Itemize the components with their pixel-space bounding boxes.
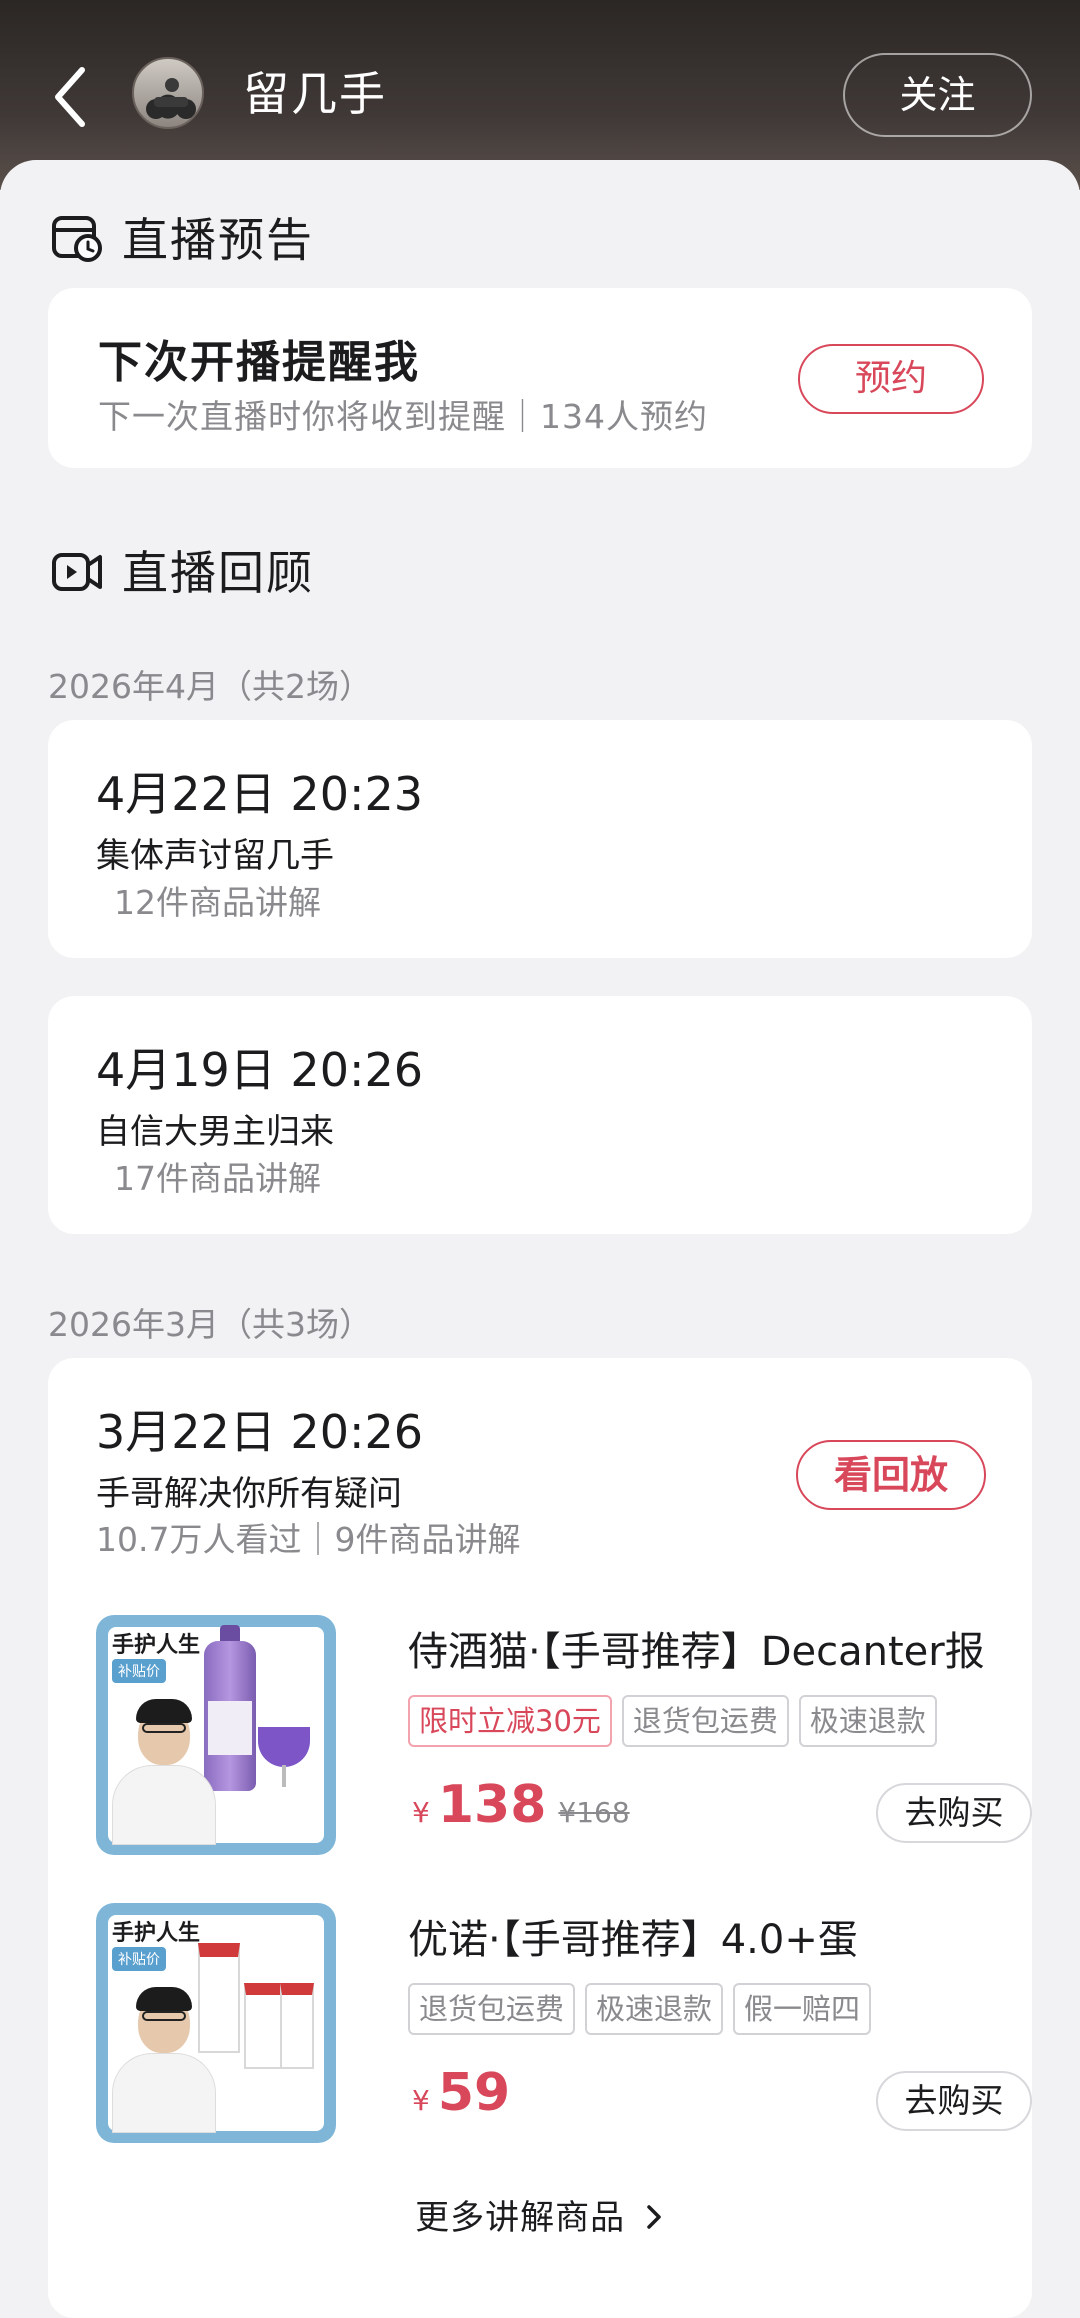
product-image[interactable]: 手护人生 补贴价 到手价 138 — [96, 1615, 336, 1855]
replay-card[interactable]: 4月19日 20:26 自信大男主归来 17件商品讲解 — [48, 996, 1032, 1234]
product-price: ¥ 59 — [412, 2063, 510, 2123]
promo-tag: 限时立减30元 — [408, 1695, 612, 1747]
content-sheet: 直播预告 下次开播提醒我 下一次直播时你将收到提醒｜134人预约 预约 直播回顾… — [0, 160, 1080, 2318]
reminder-subtitle: 下一次直播时你将收到提醒｜134人预约 — [98, 397, 708, 436]
image-tag-text: 补贴价 — [112, 1947, 166, 1971]
reserve-button[interactable]: 预约 — [798, 344, 984, 414]
more-products-link[interactable]: 更多讲解商品 — [48, 2190, 1032, 2239]
product-name[interactable]: 优诺·【手哥推荐】4.0+蛋 — [408, 1907, 858, 1965]
product-item[interactable]: 手护人生 补贴价 到手价 138 侍酒猫·【手哥推荐】Decanter报 限时立… — [96, 1615, 1032, 1855]
chevron-left-icon — [55, 67, 85, 127]
service-tag: 退货包运费 — [408, 1983, 576, 2035]
calendar-clock-icon — [52, 216, 102, 262]
video-play-icon — [52, 553, 102, 591]
product-item[interactable]: 手护人生 补贴价 到手价 59 优诺·【手哥推荐】4.0+蛋 退货包运费 极速退… — [96, 1903, 1032, 2143]
replay-meta: 17件商品讲解 — [114, 1159, 321, 1198]
follow-button[interactable]: 关注 — [843, 53, 1032, 137]
image-tag-text: 补贴价 — [112, 1659, 166, 1683]
price-value: 138 — [437, 1775, 547, 1835]
replay-title: 自信大男主归来 — [96, 1112, 334, 1152]
month-label: 2026年3月（共3场） — [48, 1305, 372, 1344]
image-price-tag: 59 — [280, 2102, 322, 2137]
price-value: 59 — [437, 2063, 511, 2123]
service-tag: 极速退款 — [798, 1695, 937, 1747]
replay-title: 集体声讨留几手 — [96, 836, 334, 876]
watch-replay-button[interactable]: 看回放 — [796, 1440, 986, 1510]
replay-card[interactable]: 4月22日 20:23 集体声讨留几手 12件商品讲解 — [48, 720, 1032, 958]
currency-symbol: ¥ — [412, 1796, 430, 1829]
image-brand-text: 手护人生 — [112, 1921, 201, 1946]
chevron-right-icon — [647, 2205, 661, 2229]
replay-card-with-products: 3月22日 20:26 手哥解决你所有疑问 10.7万人看过｜9件商品讲解 看回… — [48, 1358, 1032, 2318]
replay-datetime: 3月22日 20:26 — [96, 1405, 423, 1459]
replay-meta: 12件商品讲解 — [114, 883, 321, 922]
section-title: 直播回顾 — [122, 546, 314, 600]
back-button[interactable] — [50, 62, 90, 132]
service-tag: 假一赔四 — [733, 1983, 872, 2035]
currency-symbol: ¥ — [412, 2084, 430, 2117]
product-image[interactable]: 手护人生 补贴价 到手价 59 — [96, 1903, 336, 2143]
month-label: 2026年4月（共2场） — [48, 667, 372, 706]
buy-button[interactable]: 去购买 — [876, 1783, 1032, 1843]
product-tags: 限时立减30元 退货包运费 极速退款 — [408, 1695, 937, 1747]
page-title: 留几手 — [243, 67, 387, 121]
image-price-label: 到手价 — [225, 2118, 262, 2132]
section-title: 直播预告 — [122, 213, 314, 267]
buy-button[interactable]: 去购买 — [876, 2071, 1032, 2131]
reminder-card: 下次开播提醒我 下一次直播时你将收到提醒｜134人预约 预约 — [48, 288, 1032, 468]
image-brand-text: 手护人生 — [112, 1633, 201, 1658]
more-products-label: 更多讲解商品 — [415, 2198, 626, 2238]
image-price-tag: 138 — [259, 1814, 322, 1849]
replay-datetime: 4月22日 20:23 — [96, 767, 423, 821]
product-price: ¥ 138 ¥168 — [412, 1775, 630, 1835]
preview-section-header: 直播预告 — [50, 205, 314, 269]
service-tag: 极速退款 — [585, 1983, 724, 2035]
motorcycle-avatar-icon — [146, 78, 196, 119]
replay-title: 手哥解决你所有疑问 — [96, 1474, 402, 1514]
review-section-header: 直播回顾 — [50, 538, 314, 602]
service-tag: 退货包运费 — [621, 1695, 789, 1747]
replay-meta: 10.7万人看过｜9件商品讲解 — [96, 1520, 521, 1559]
product-name[interactable]: 侍酒猫·【手哥推荐】Decanter报 — [408, 1619, 985, 1677]
product-tags: 退货包运费 极速退款 假一赔四 — [408, 1983, 872, 2035]
replay-datetime: 4月19日 20:26 — [96, 1043, 423, 1097]
original-price: ¥168 — [558, 1796, 630, 1829]
reminder-title: 下次开播提醒我 — [98, 337, 420, 388]
avatar[interactable] — [132, 57, 204, 129]
image-price-label: 到手价 — [225, 1830, 262, 1844]
